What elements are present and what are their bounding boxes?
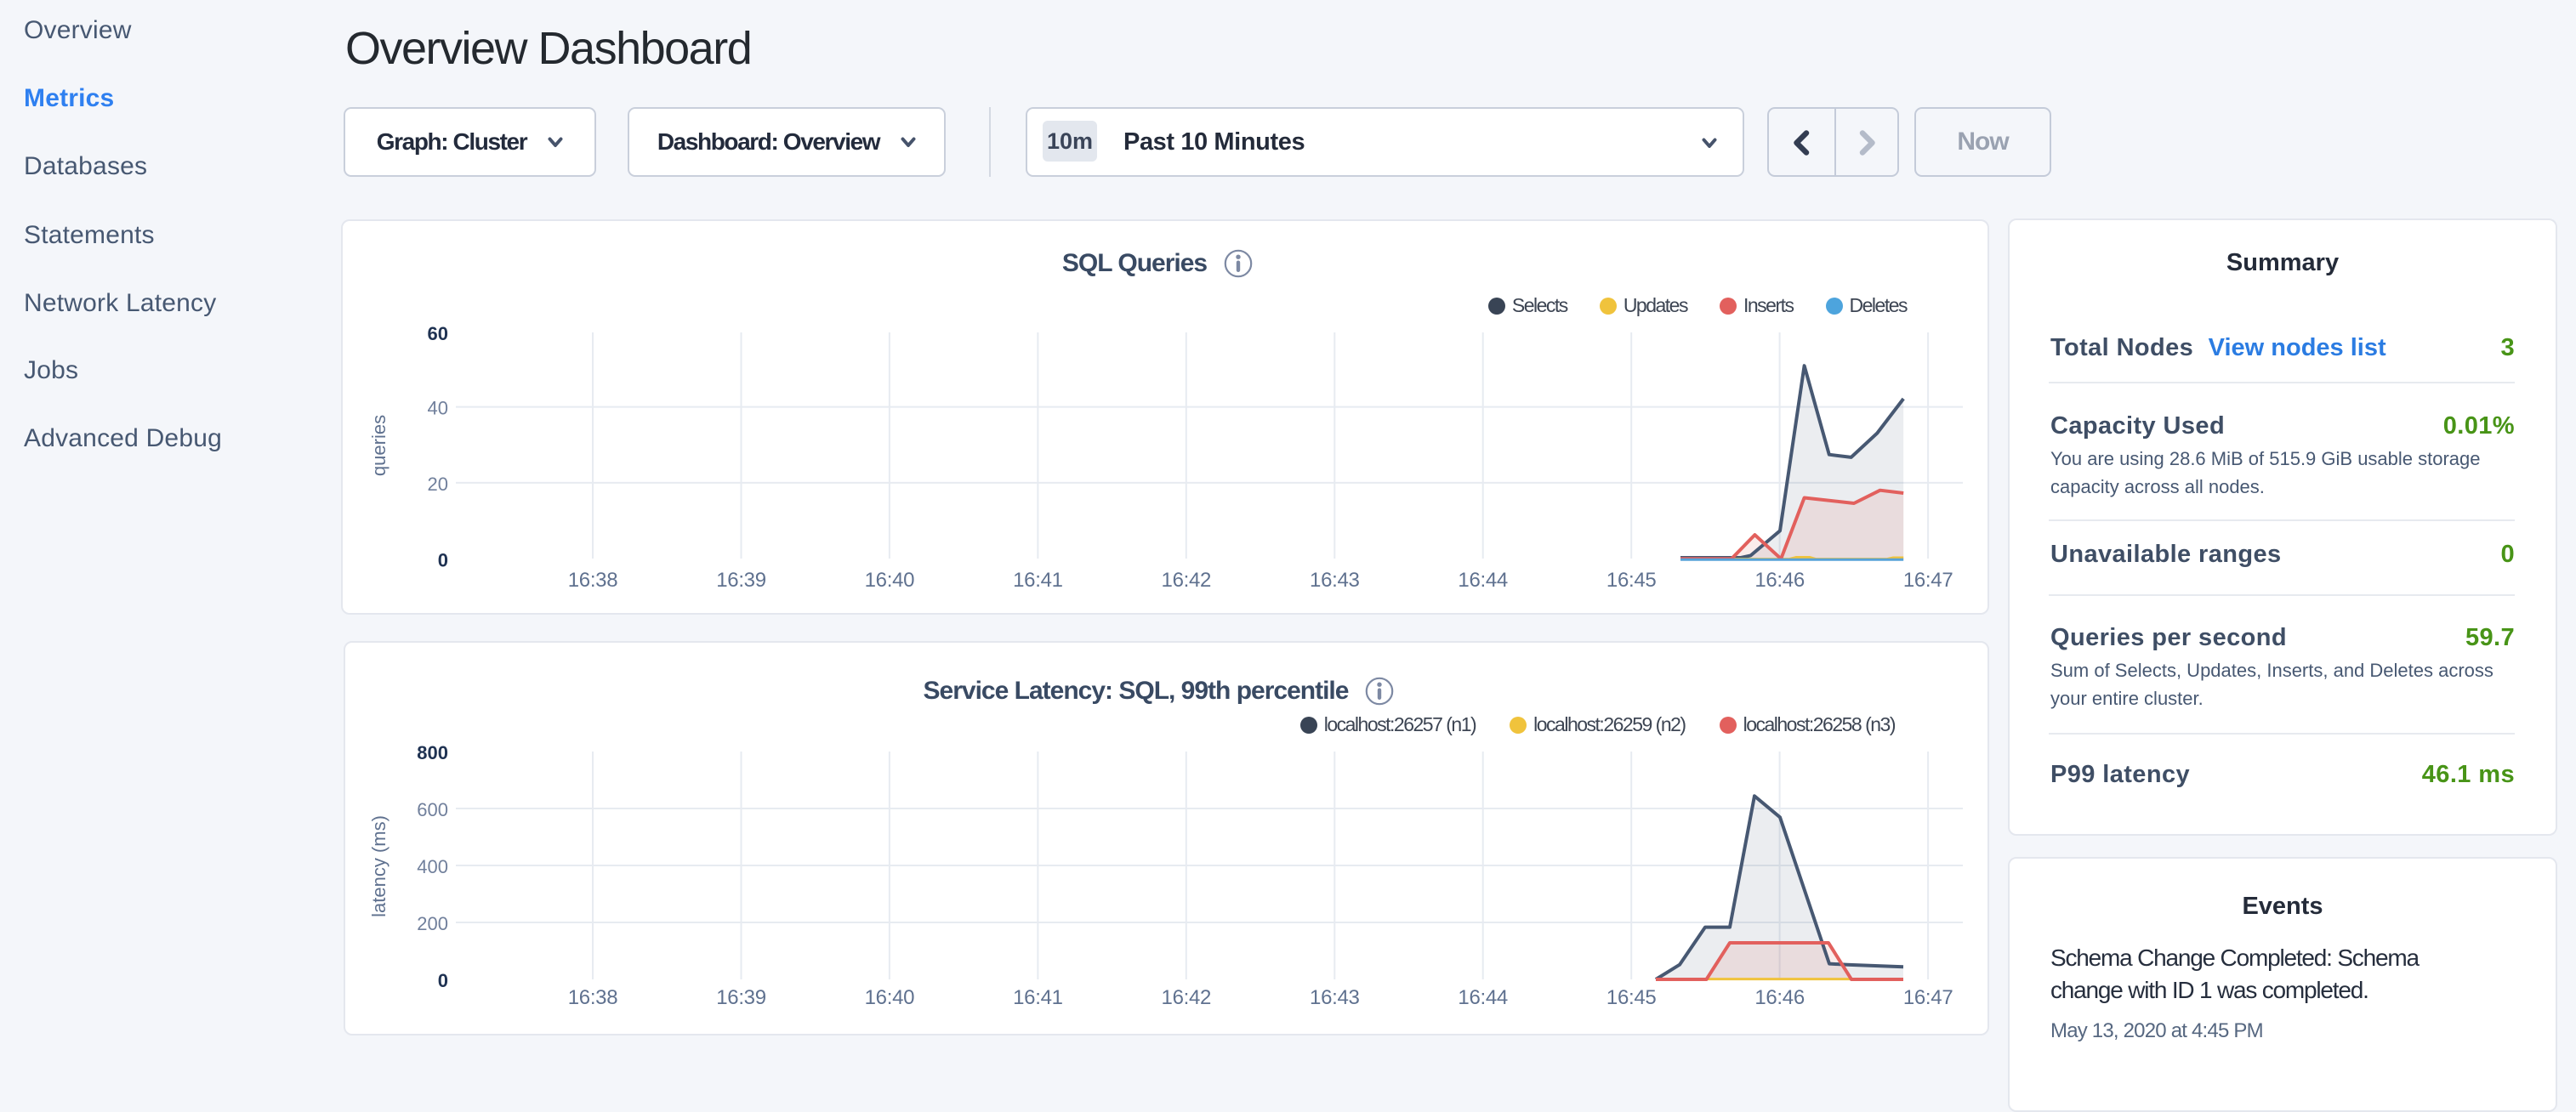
svg-text:16:40: 16:40 <box>865 569 915 592</box>
svg-text:16:47: 16:47 <box>1903 986 1953 1009</box>
svg-text:0: 0 <box>438 549 448 570</box>
svg-text:16:46: 16:46 <box>1754 569 1805 592</box>
svg-text:16:41: 16:41 <box>1013 569 1063 592</box>
svg-text:16:43: 16:43 <box>1310 569 1360 592</box>
svg-text:16:39: 16:39 <box>716 986 766 1009</box>
svg-text:16:42: 16:42 <box>1162 986 1212 1009</box>
svg-text:16:42: 16:42 <box>1162 569 1212 592</box>
svg-text:60: 60 <box>428 323 448 344</box>
svg-text:800: 800 <box>417 742 448 763</box>
svg-text:40: 40 <box>428 398 448 419</box>
svg-text:latency (ms): latency (ms) <box>368 815 390 917</box>
svg-text:0: 0 <box>438 970 448 991</box>
svg-text:20: 20 <box>428 474 448 495</box>
svg-text:16:44: 16:44 <box>1458 569 1508 592</box>
svg-text:16:45: 16:45 <box>1606 986 1657 1009</box>
svg-text:16:45: 16:45 <box>1606 569 1657 592</box>
svg-text:16:46: 16:46 <box>1754 986 1805 1009</box>
svg-text:400: 400 <box>417 856 448 877</box>
svg-text:16:43: 16:43 <box>1310 986 1360 1009</box>
svg-text:16:44: 16:44 <box>1458 986 1508 1009</box>
svg-text:queries: queries <box>368 415 390 476</box>
svg-text:600: 600 <box>417 799 448 820</box>
svg-text:16:39: 16:39 <box>716 569 766 592</box>
svg-text:16:40: 16:40 <box>865 986 915 1009</box>
svg-text:16:41: 16:41 <box>1013 986 1063 1009</box>
svg-text:16:38: 16:38 <box>568 569 618 592</box>
svg-text:16:38: 16:38 <box>568 986 618 1009</box>
svg-text:200: 200 <box>417 913 448 934</box>
svg-text:16:47: 16:47 <box>1903 569 1953 592</box>
